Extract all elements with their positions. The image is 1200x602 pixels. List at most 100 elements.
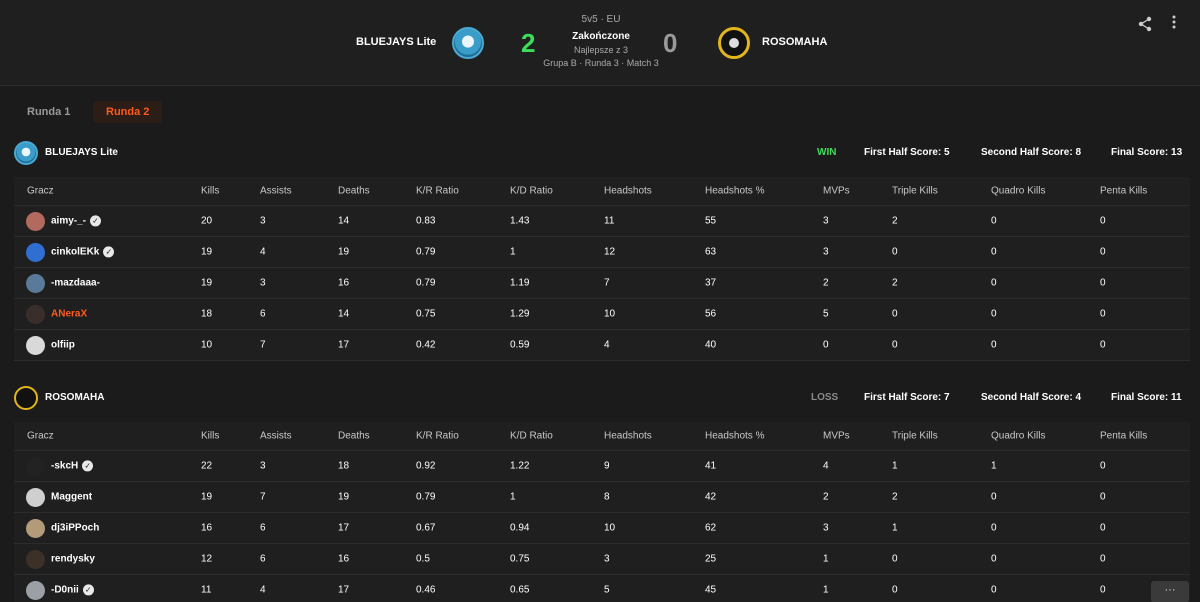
first-half-score: First Half Score: 5 (864, 147, 950, 158)
team-left-name[interactable]: BLUEJAYS Lite (356, 36, 436, 48)
stats-table-rosomaha: Gracz Kills Assists Deaths K/R Ratio K/D Rati… (14, 422, 1190, 602)
tab-round-1[interactable]: Runda 1 (14, 101, 83, 123)
column-header[interactable]: Gracz (27, 431, 54, 442)
more-vertical-icon[interactable] (1171, 14, 1177, 35)
player-avatar[interactable] (26, 274, 45, 293)
bluejays-logo[interactable] (452, 27, 484, 59)
stat-cell: 0.92 (416, 460, 436, 472)
player-name[interactable]: Maggent (51, 492, 92, 503)
column-header[interactable]: MVPs (823, 186, 850, 197)
column-header[interactable]: Deaths (338, 186, 370, 197)
stat-cell: 1 (892, 460, 898, 472)
stat-cell: 1 (510, 491, 516, 503)
column-header[interactable]: Kills (201, 431, 219, 442)
column-header[interactable]: MVPs (823, 431, 850, 442)
player-name[interactable]: ANeraX (51, 309, 87, 320)
second-half-score: Second Half Score: 8 (981, 147, 1082, 158)
player-avatar[interactable] (26, 336, 45, 355)
stat-cell: 0.65 (510, 584, 530, 596)
stat-cell: 16 (338, 277, 350, 289)
team-name[interactable]: ROSOMAHA (45, 392, 104, 403)
player-avatar[interactable] (26, 457, 45, 476)
player-name[interactable]: rendysky (51, 554, 95, 565)
column-header[interactable]: Assists (260, 186, 292, 197)
player-row[interactable]: -skcH ✓ 22 3 18 0.92 1.22 9 41 4 1 1 0 (14, 451, 1190, 482)
column-header[interactable]: Deaths (338, 431, 370, 442)
stat-cell: 7 (260, 491, 266, 503)
tab-round-2[interactable]: Runda 2 (93, 101, 163, 123)
player-row[interactable]: cinkolEKk ✓ 19 4 19 0.79 1 12 63 3 0 0 0 (14, 237, 1190, 268)
column-header[interactable]: Quadro Kills (991, 186, 1045, 197)
player-row[interactable]: Maggent 19 7 19 0.79 1 8 42 2 2 0 0 (14, 482, 1190, 513)
stat-cell: 19 (201, 246, 213, 258)
player-name[interactable]: dj3iPPoch (51, 523, 99, 534)
column-header[interactable]: Gracz (27, 186, 54, 197)
team-name[interactable]: BLUEJAYS Lite (45, 147, 118, 158)
chat-button[interactable]: ··· (1151, 581, 1189, 602)
column-header[interactable]: Penta Kills (1100, 186, 1147, 197)
stat-cell: 25 (705, 553, 717, 565)
rosomaha-mini-logo[interactable] (14, 386, 38, 410)
column-header[interactable]: Assists (260, 431, 292, 442)
stat-cell: 0.79 (416, 246, 436, 258)
column-header[interactable]: Kills (201, 186, 219, 197)
player-name[interactable]: -mazdaaa- (51, 278, 100, 289)
column-header[interactable]: Triple Kills (892, 186, 938, 197)
stat-cell: 0 (991, 246, 997, 258)
final-score: Final Score: 13 (1111, 147, 1183, 158)
player-name[interactable]: aimy-_- ✓ (51, 215, 102, 227)
match-mode: 5v5 · EU (581, 14, 621, 25)
player-row[interactable]: ANeraX 18 6 14 0.75 1.29 10 56 5 0 0 0 (14, 299, 1190, 330)
player-avatar[interactable] (26, 243, 45, 262)
player-row[interactable]: -D0nii ✓ 11 4 17 0.46 0.65 5 45 1 0 0 0 (14, 575, 1190, 602)
player-name[interactable]: -D0nii ✓ (51, 584, 94, 596)
player-name-text: rendysky (51, 553, 95, 565)
column-header[interactable]: Headshots (604, 186, 652, 197)
stat-cell: 10 (604, 308, 616, 320)
player-avatar[interactable] (26, 212, 45, 231)
stat-cell: 7 (604, 277, 610, 289)
stat-cell: 17 (338, 339, 350, 351)
column-header[interactable]: K/D Ratio (510, 186, 553, 197)
stat-cell: 62 (705, 522, 717, 534)
stat-cell: 3 (604, 553, 610, 565)
stat-cell: 0 (892, 584, 898, 596)
final-score: Final Score: 11 (1111, 392, 1182, 403)
stat-cell: 18 (338, 460, 350, 472)
player-avatar[interactable] (26, 519, 45, 538)
player-name[interactable]: olfiip (51, 340, 75, 351)
stat-cell: 3 (823, 522, 829, 534)
share-icon[interactable] (1137, 16, 1153, 35)
player-avatar[interactable] (26, 488, 45, 507)
rosomaha-logo[interactable] (718, 27, 750, 59)
stat-cell: 56 (705, 308, 717, 320)
column-header[interactable]: K/R Ratio (416, 186, 459, 197)
player-name[interactable]: cinkolEKk ✓ (51, 246, 115, 258)
player-row[interactable]: rendysky 12 6 16 0.5 0.75 3 25 1 0 0 0 (14, 544, 1190, 575)
stat-cell: 45 (705, 584, 717, 596)
player-row[interactable]: olfiip 10 7 17 0.42 0.59 4 40 0 0 0 0 (14, 330, 1190, 361)
stat-cell: 4 (260, 246, 266, 258)
column-header[interactable]: K/R Ratio (416, 431, 459, 442)
player-avatar[interactable] (26, 305, 45, 324)
bluejays-mini-logo[interactable] (14, 141, 38, 165)
column-header[interactable]: Headshots (604, 431, 652, 442)
column-header[interactable]: Triple Kills (892, 431, 938, 442)
player-row[interactable]: aimy-_- ✓ 20 3 14 0.83 1.43 11 55 3 2 0 0 (14, 206, 1190, 237)
stat-cell: 1 (892, 522, 898, 534)
stat-cell: 1 (823, 553, 829, 565)
column-header[interactable]: Headshots % (705, 186, 764, 197)
column-header[interactable]: K/D Ratio (510, 431, 553, 442)
player-avatar[interactable] (26, 550, 45, 569)
team-right-name[interactable]: ROSOMAHA (762, 36, 827, 48)
stat-cell: 6 (260, 553, 266, 565)
player-row[interactable]: dj3iPPoch 16 6 17 0.67 0.94 10 62 3 1 0 0 (14, 513, 1190, 544)
player-avatar[interactable] (26, 581, 45, 600)
column-header[interactable]: Penta Kills (1100, 431, 1147, 442)
column-header[interactable]: Quadro Kills (991, 431, 1045, 442)
stat-cell: 0 (991, 584, 997, 596)
player-name[interactable]: -skcH ✓ (51, 460, 94, 472)
column-header[interactable]: Headshots % (705, 431, 764, 442)
stat-cell: 0 (1100, 277, 1106, 289)
player-row[interactable]: -mazdaaa- 19 3 16 0.79 1.19 7 37 2 2 0 0 (14, 268, 1190, 299)
